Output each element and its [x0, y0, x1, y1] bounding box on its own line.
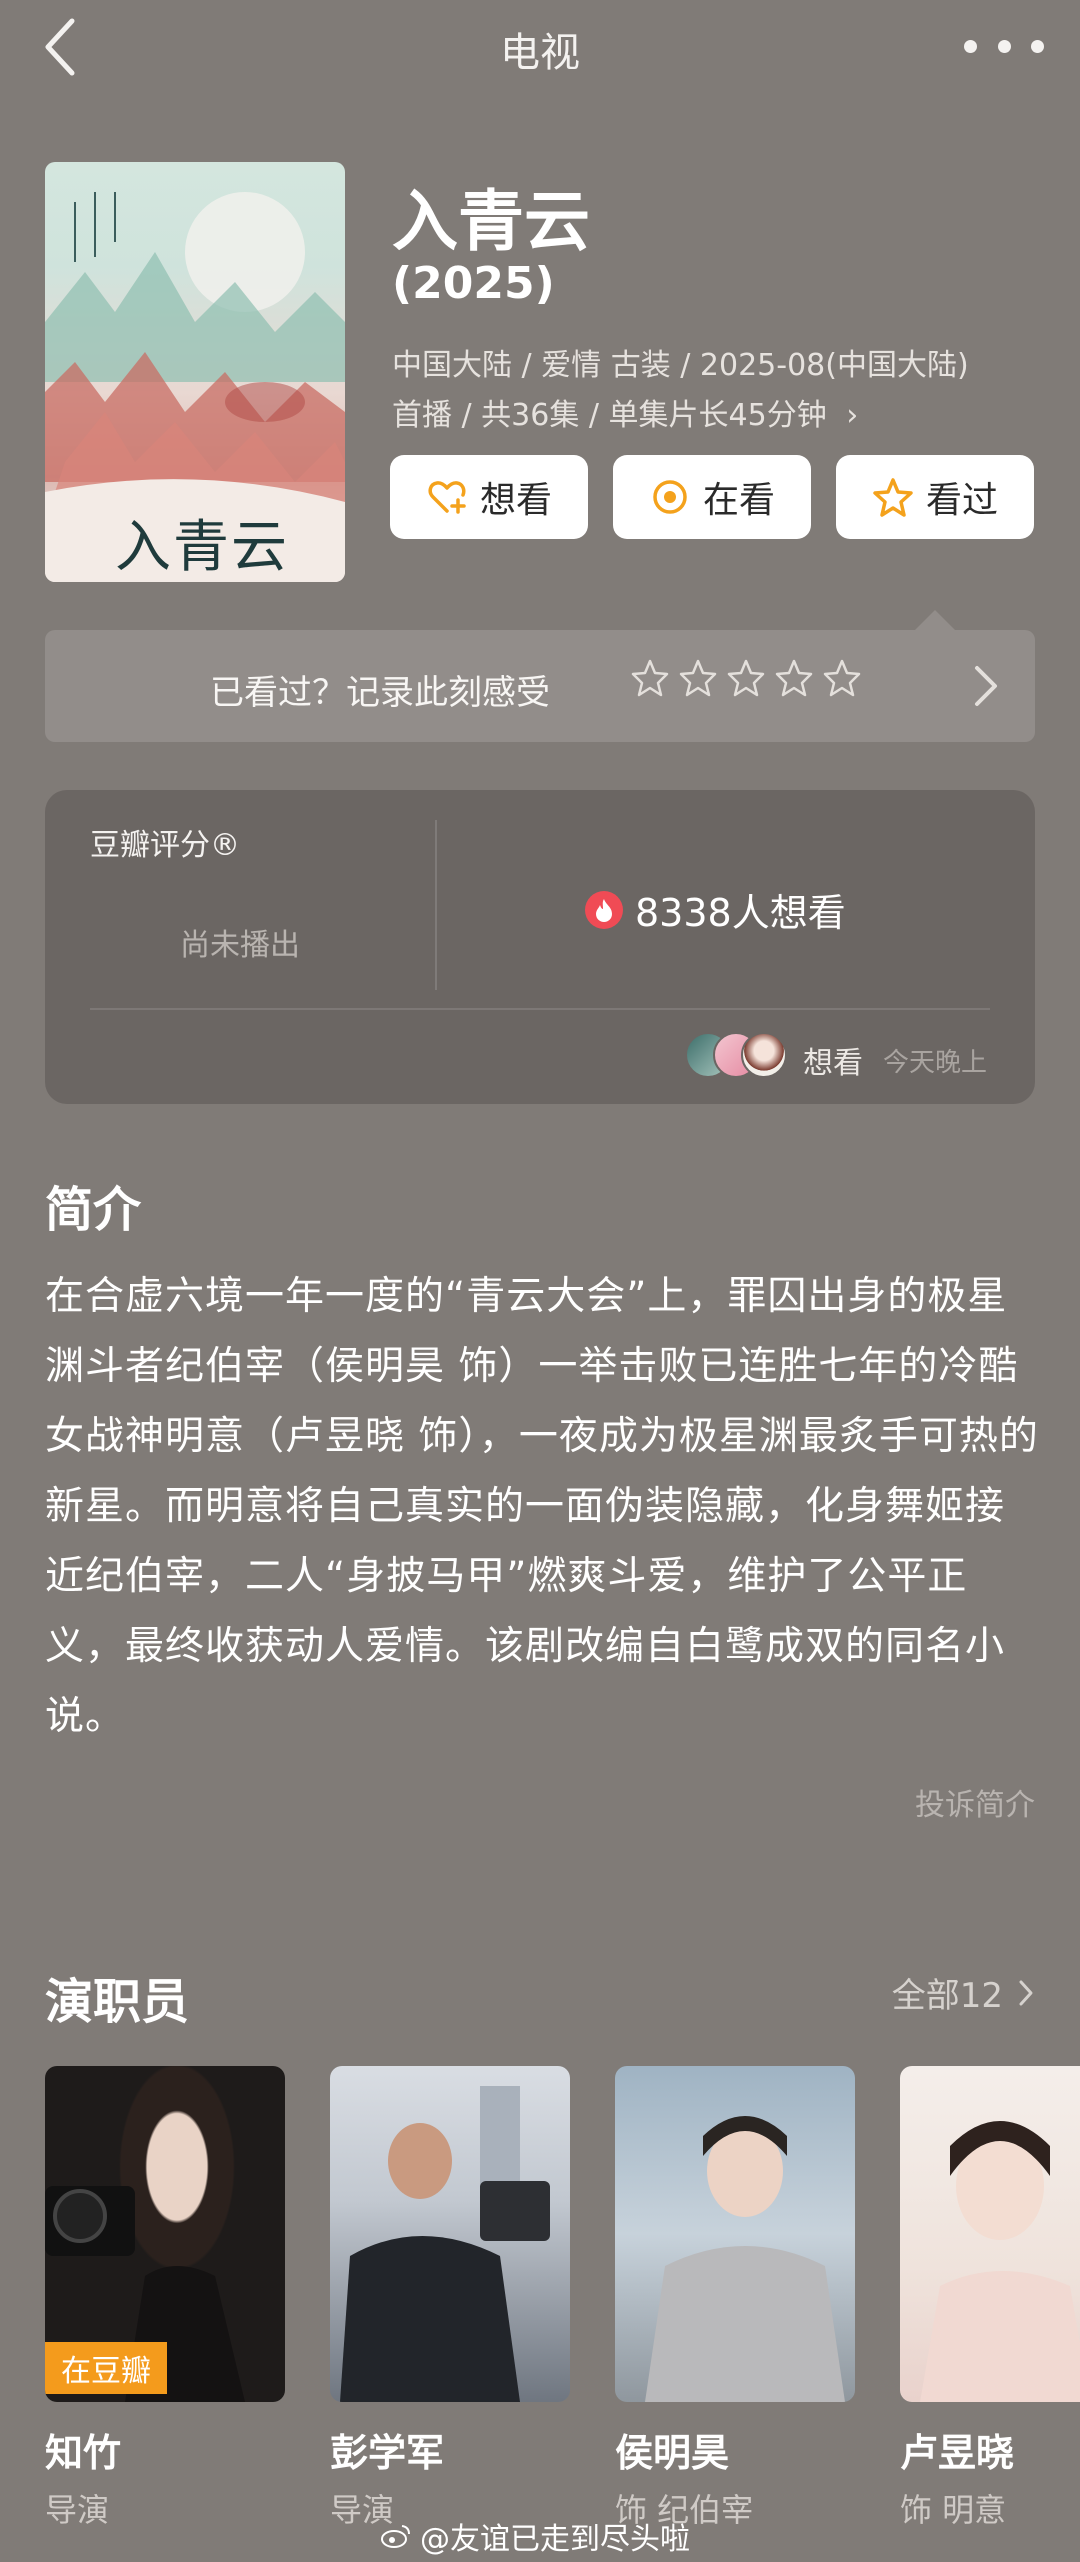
target-icon — [653, 480, 687, 514]
watching-label: 在看 — [702, 480, 775, 521]
star-outline-icon[interactable] — [774, 658, 814, 698]
watching-button[interactable]: 在看 — [613, 455, 811, 539]
friend-status: 想看 — [803, 1046, 863, 1081]
watched-button[interactable]: 看过 — [836, 455, 1034, 539]
chevron-right-icon — [975, 666, 997, 706]
more-dot-icon — [1031, 39, 1044, 53]
heart-plus-icon — [428, 481, 466, 514]
weibo-icon — [381, 2525, 410, 2548]
top-bar: 电视 — [0, 0, 1080, 100]
flame-icon — [585, 890, 623, 929]
cast-photo — [330, 2066, 570, 2402]
divider — [90, 1008, 990, 1010]
cast-name: 卢昱晓 — [900, 2431, 1015, 2475]
report-intro-link[interactable]: 投诉简介 — [915, 1780, 1035, 1824]
poster-title: 入青云 — [115, 515, 289, 580]
star-outline-icon[interactable] — [726, 658, 766, 698]
cast-name: 彭学军 — [330, 2431, 445, 2475]
cast-photo: 在豆瓣 — [45, 2066, 285, 2402]
divider — [435, 820, 437, 990]
rating-stars[interactable] — [630, 658, 862, 698]
cast-view-all-link[interactable]: 全部12 — [892, 1968, 1035, 2017]
show-year: (2025) — [392, 258, 555, 309]
cast-name: 知竹 — [45, 2431, 122, 2475]
show-meta-line2[interactable]: 首播 / 共36集 / 单集片长45分钟 › — [392, 390, 858, 434]
want-to-watch-button[interactable]: 想看 — [390, 455, 588, 539]
watched-label: 看过 — [925, 480, 998, 521]
chevron-right-icon: › — [846, 398, 859, 433]
star-outline-icon[interactable] — [678, 658, 718, 698]
cast-role: 饰 明意 — [900, 2491, 1007, 2529]
cast-card[interactable]: 在豆瓣 知竹 导演 — [45, 2066, 285, 2531]
friend-avatars[interactable] — [685, 1032, 795, 1080]
more-dot-icon — [997, 39, 1011, 53]
intro-body: 在合虚六境一年一度的“青云大会”上，罪囚出身的极星渊斗者纪伯宰（侯明昊 饰）一举… — [45, 1274, 1039, 1739]
want-to-watch-label: 想看 — [479, 480, 552, 521]
star-outline-icon[interactable] — [630, 658, 670, 698]
rate-prompt: 已看过？记录此刻感受 — [210, 673, 550, 713]
score-card[interactable]: 豆瓣评分® 尚未播出 8338人想看 想看 今天晚上 — [45, 790, 1035, 1104]
cast-photo — [900, 2066, 1080, 2402]
douban-score-label: 豆瓣评分® — [90, 828, 240, 863]
rate-bar-pointer — [915, 610, 955, 630]
cast-name: 侯明昊 — [615, 2431, 730, 2475]
friend-time: 今天晚上 — [883, 1048, 988, 1078]
page-title: 电视 — [500, 30, 580, 76]
chevron-right-icon — [1019, 1980, 1033, 2005]
cast-view-all-label: 全部12 — [891, 1976, 1003, 2016]
cast-photo — [615, 2066, 855, 2402]
cast-card[interactable]: 侯明昊 饰 纪伯宰 — [615, 2066, 855, 2531]
star-outline-icon[interactable] — [822, 658, 862, 698]
more-dot-icon — [964, 39, 977, 53]
cast-card[interactable]: 卢昱晓 饰 明意 — [900, 2066, 1080, 2531]
want-count: 8338人想看 — [585, 882, 846, 937]
more-options-button[interactable] — [964, 26, 1044, 66]
show-title: 入青云 — [392, 183, 590, 260]
star-icon — [873, 478, 913, 517]
score-status: 尚未播出 — [180, 928, 300, 963]
cast-card[interactable]: 彭学军 导演 — [330, 2066, 570, 2531]
show-poster[interactable]: 入青云 — [45, 162, 345, 582]
want-count-text: 8338人想看 — [635, 891, 846, 935]
show-meta-line2-text: 首播 / 共36集 / 单集片长45分钟 — [392, 398, 827, 433]
rate-bar[interactable]: 已看过？记录此刻感受 — [45, 630, 1035, 742]
cast-role: 导演 — [45, 2491, 110, 2529]
cast-heading: 演职员 — [45, 1974, 190, 2030]
on-douban-badge: 在豆瓣 — [45, 2342, 167, 2394]
show-meta-line1[interactable]: 中国大陆 / 爱情 古装 / 2025-08(中国大陆) — [392, 340, 969, 384]
watermark: @友谊已走到尽头啦 — [380, 2514, 690, 2558]
watermark-text: @友谊已走到尽头啦 — [420, 2522, 690, 2557]
intro-heading: 简介 — [45, 1182, 142, 1238]
avatar — [741, 1032, 787, 1078]
